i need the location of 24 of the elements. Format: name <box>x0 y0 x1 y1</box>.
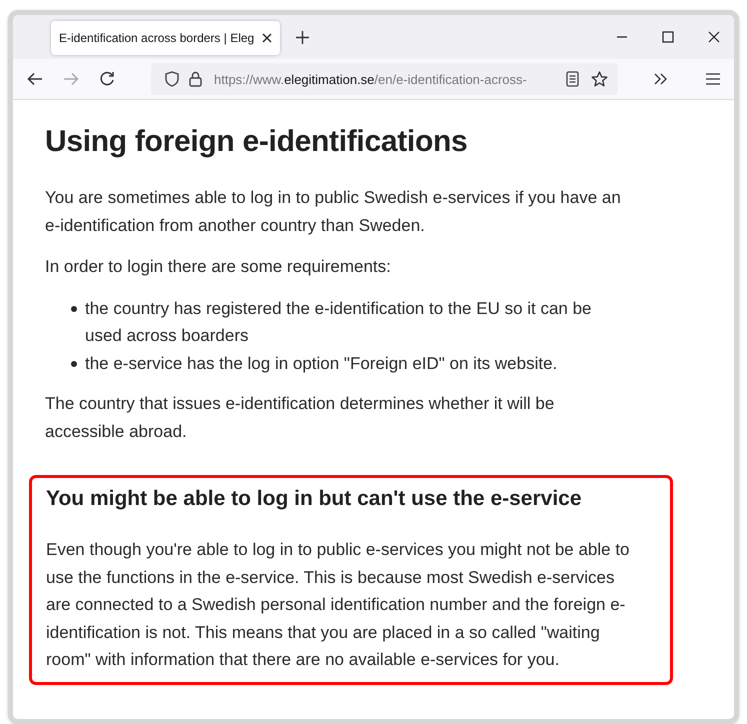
url-text[interactable]: https://www.elegitimation.se/en/e-identification-across- <box>214 72 556 86</box>
bullet-icon <box>71 306 77 312</box>
paragraph: You are sometimes able to log in to public Swedish e-services if you have an e-identification from another country than Sweden. <box>45 187 622 236</box>
reader-view-icon[interactable] <box>566 71 579 87</box>
bullet-icon <box>71 360 77 366</box>
close-icon[interactable] <box>708 31 720 43</box>
back-icon[interactable] <box>27 72 43 86</box>
address-bar[interactable]: https://www.elegitimation.se/en/e-identification-across- <box>151 63 618 95</box>
chevrons-icon[interactable] <box>654 73 668 85</box>
paragraph: Even though you're able to log in to public e-services you might not be able to use the functions in the e-service. This is because most Swedish e-services are connected to a Swedish personal identification number and the foreign e-identification is not. This means that you are placed in a so called "waiting room" with information that there are no available e-services for you. <box>46 539 630 671</box>
lock-icon[interactable] <box>189 71 202 87</box>
shield-icon[interactable] <box>165 71 179 87</box>
browser-tab[interactable]: E-identification across borders | Eleg <box>51 21 280 55</box>
list-item-text: the e-service has the log in option "Foreign eID" on its website. <box>85 352 558 374</box>
paragraph: In order to login there are some requirements: <box>45 256 392 278</box>
close-icon[interactable] <box>262 33 272 43</box>
maximize-icon[interactable] <box>662 31 674 43</box>
star-icon[interactable] <box>591 71 608 87</box>
menu-icon[interactable] <box>706 73 720 85</box>
section-heading: You might be able to log in but can't use the e-service <box>46 486 583 512</box>
paragraph: The country that issues e-identification determines whether it will be accessible abroad. <box>45 393 556 442</box>
page-heading: Using foreign e-identifications <box>45 124 468 160</box>
new-tab-icon[interactable] <box>296 30 310 44</box>
reload-icon[interactable] <box>99 71 115 87</box>
